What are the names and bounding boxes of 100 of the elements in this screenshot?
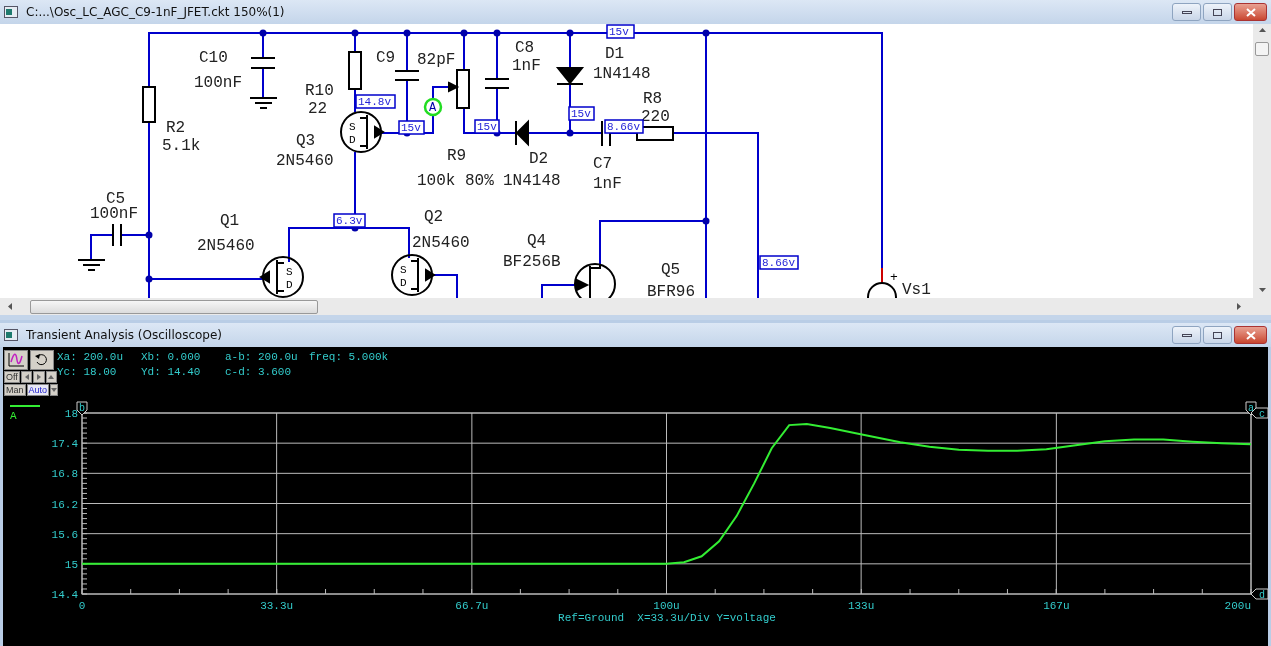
- y-tick-label: 15.6: [51, 528, 78, 541]
- component-name: C9: [376, 49, 396, 67]
- pin-label: S: [349, 121, 356, 133]
- transistor-symbol: [391, 254, 436, 296]
- up-arrow-button[interactable]: [45, 371, 57, 383]
- minimize-button[interactable]: [1172, 326, 1201, 344]
- window-icon: [4, 329, 18, 341]
- voltage-tag: 6.3v: [333, 213, 366, 228]
- pin-label: S: [400, 264, 407, 276]
- x-tick-label: 167u: [1043, 600, 1070, 612]
- legend-label: A: [10, 410, 17, 422]
- y-tick-label: 15: [64, 558, 78, 571]
- voltage-tag: 15v: [568, 106, 595, 121]
- right-arrow-icon: [36, 374, 41, 380]
- cursor-marker: d: [1250, 588, 1269, 601]
- capacitor-symbol: [112, 223, 122, 247]
- left-arrow-button[interactable]: [20, 371, 33, 383]
- component-value: 1nF: [512, 57, 541, 75]
- dropdown-button[interactable]: [50, 384, 59, 396]
- component-name: D2: [529, 150, 549, 168]
- window-title: C:...\Osc_LC_AGC_C9-1nF_JFET.ckt 150%(1): [26, 4, 286, 21]
- up-arrow-icon: [48, 375, 55, 379]
- right-arrow-button[interactable]: [33, 371, 45, 383]
- horizontal-scrollbar[interactable]: [0, 298, 1271, 315]
- potentiometer-symbol: [448, 69, 470, 109]
- component-name: D1: [605, 45, 625, 63]
- scale-mode-button[interactable]: Auto: [26, 384, 50, 396]
- pin-label: D: [400, 277, 407, 289]
- scroll-up-icon: [1258, 28, 1266, 32]
- scroll-thumb[interactable]: [1255, 42, 1269, 56]
- capacitor-symbol: [250, 57, 276, 69]
- graph-mode-button[interactable]: [4, 350, 28, 370]
- component-value: 100nF: [90, 205, 138, 223]
- scroll-thumb[interactable]: [30, 299, 318, 314]
- component-name: C8: [515, 39, 535, 57]
- component-name: C10: [199, 49, 228, 67]
- y-tick-label: 17.4: [51, 438, 78, 451]
- y-tick-label: 16.2: [51, 498, 78, 511]
- reset-button[interactable]: [30, 350, 54, 370]
- component-value: 2N5460: [412, 234, 470, 252]
- close-button[interactable]: [1234, 3, 1267, 21]
- maximize-button[interactable]: [1203, 3, 1232, 21]
- voltage-tag: 15v: [606, 24, 635, 39]
- diode-symbol: [555, 67, 585, 85]
- pin-label: D: [286, 279, 293, 291]
- voltage-tag: 14.8v: [355, 94, 396, 109]
- junction-dot: [566, 29, 574, 37]
- x-tick-label: 200u: [1224, 600, 1251, 612]
- left-arrow-icon: [24, 374, 29, 380]
- cursor-readout: Yd: 14.40: [141, 366, 202, 379]
- component-name: Q1: [220, 212, 240, 230]
- vertical-scrollbar[interactable]: [1253, 24, 1271, 298]
- component-value: 2N5460: [197, 237, 255, 255]
- junction-dot: [403, 29, 411, 37]
- close-icon: [1245, 7, 1256, 17]
- x-tick-label: 0: [78, 600, 86, 612]
- component-value: BF256B: [503, 253, 561, 271]
- x-tick-label: 133u: [847, 600, 875, 612]
- close-button[interactable]: [1234, 326, 1267, 344]
- pin-label: S: [286, 266, 293, 278]
- down-arrow-icon: [51, 388, 58, 392]
- maximize-button[interactable]: [1203, 326, 1232, 344]
- capacitor-symbol: [394, 70, 420, 81]
- component-value: 1N4148: [593, 65, 651, 83]
- rotate-icon: [34, 353, 50, 367]
- voltage-tag: 8.66v: [604, 119, 644, 134]
- scroll-right-icon: [1237, 303, 1241, 310]
- component-name: R8: [643, 90, 663, 108]
- probe-marker: A: [423, 97, 443, 117]
- resistor-symbol: [348, 51, 362, 90]
- transistor-symbol: [259, 256, 304, 298]
- component-value: 100k 80%: [417, 172, 494, 190]
- cursor-readout: Xa: 200.0u: [57, 351, 124, 364]
- component-name: C7: [593, 155, 613, 173]
- axis-caption: Ref=Ground X=33.3u/Div Y=voltage: [558, 612, 776, 624]
- scale-mode-button[interactable]: Man: [4, 384, 26, 396]
- junction-dot: [460, 29, 468, 37]
- junction-dot: [493, 29, 501, 37]
- cursor-readout: freq: 5.000k: [309, 351, 390, 364]
- component-value: 100nF: [194, 74, 242, 92]
- component-name: C5: [106, 190, 126, 208]
- voltage-tag: 8.66v: [759, 255, 799, 270]
- x-tick-label: 66.7u: [455, 600, 489, 612]
- component-value: BFR96: [647, 283, 695, 298]
- component-name: Vs1: [902, 281, 931, 298]
- junction-dot: [702, 29, 710, 37]
- transistor-symbol: [574, 263, 616, 298]
- component-value: 1nF: [593, 175, 622, 193]
- component-value: 22: [308, 100, 328, 118]
- diode-symbol: [515, 119, 529, 147]
- ground-symbol: [77, 259, 106, 271]
- cursor-readout: Yc: 18.00: [57, 366, 118, 379]
- voltage-tag: 15v: [474, 119, 500, 134]
- component-name: Q3: [296, 132, 316, 150]
- x-tick-label: 100u: [653, 600, 680, 612]
- off-button[interactable]: Off: [4, 371, 20, 383]
- minimize-button[interactable]: [1172, 3, 1201, 21]
- junction-dot: [145, 275, 153, 283]
- component-name: R10: [305, 82, 334, 100]
- component-value: 1N4148: [503, 172, 561, 190]
